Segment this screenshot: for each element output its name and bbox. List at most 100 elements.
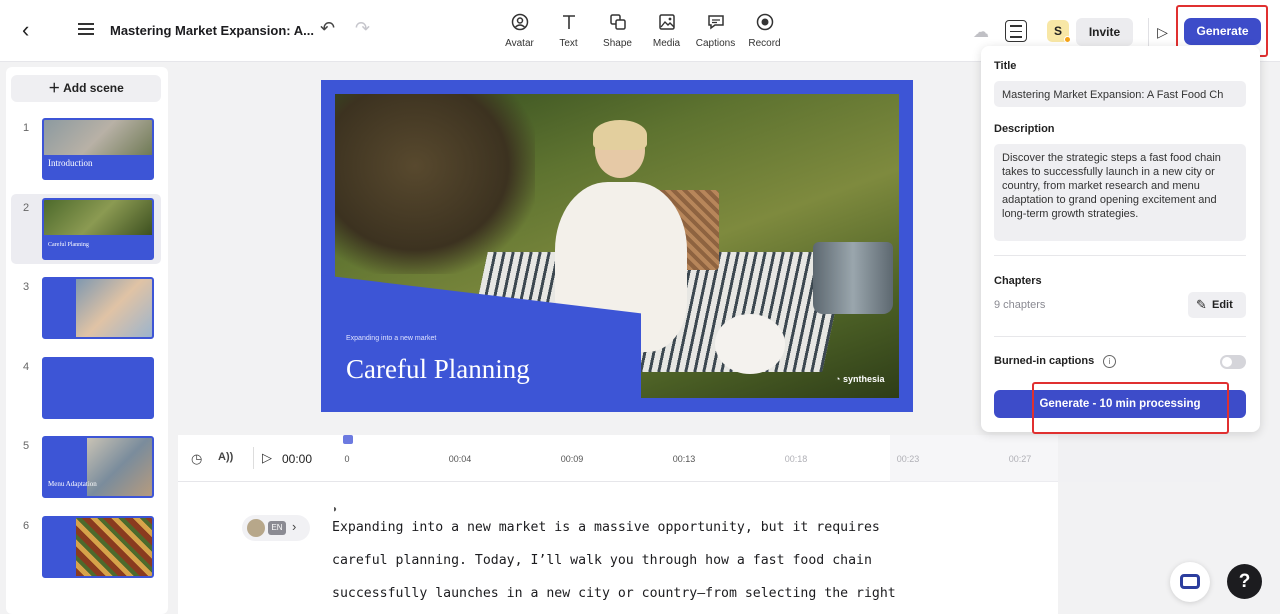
scene-number: 6 bbox=[23, 520, 30, 532]
title-label: Title bbox=[994, 60, 1017, 72]
shape-icon bbox=[608, 12, 628, 32]
synthesia-logo-icon: ◔ bbox=[835, 374, 843, 384]
tool-captions[interactable]: Captions bbox=[691, 12, 740, 49]
scene-list: ＋ Add scene 1 Introduction 2 Careful Pla… bbox=[6, 67, 168, 614]
tool-shape[interactable]: Shape bbox=[593, 12, 642, 49]
plus-icon: ＋ bbox=[48, 81, 64, 95]
record-icon bbox=[755, 12, 775, 32]
script-speech-icon: ◗ bbox=[332, 504, 339, 515]
description-textarea[interactable]: Discover the strategic steps a fast food… bbox=[994, 144, 1246, 241]
scene-number: 5 bbox=[23, 440, 30, 452]
tool-text[interactable]: Text bbox=[544, 12, 593, 49]
chevron-right-icon: › bbox=[292, 519, 297, 534]
add-scene-label: Add scene bbox=[63, 81, 124, 95]
tool-avatar[interactable]: Avatar bbox=[495, 12, 544, 49]
video-canvas[interactable]: Expanding into a new market Careful Plan… bbox=[321, 80, 913, 412]
tool-label: Avatar bbox=[505, 38, 534, 49]
scene-thumbnail bbox=[42, 357, 154, 419]
avatar-icon bbox=[510, 12, 530, 32]
tool-label: Media bbox=[652, 38, 681, 49]
tool-media[interactable]: Media bbox=[642, 12, 691, 49]
scene-item-selected[interactable]: 2 Careful Planning bbox=[11, 194, 161, 264]
voice-settings-icon[interactable]: A)) bbox=[218, 451, 233, 463]
tool-label: Shape bbox=[603, 38, 632, 49]
info-icon[interactable]: i bbox=[1103, 355, 1116, 368]
scene-thumbnail: Introduction bbox=[42, 118, 154, 180]
captions-icon bbox=[706, 12, 726, 32]
description-label: Description bbox=[994, 123, 1055, 135]
script-editor[interactable]: EN › ◗ Expanding into a new market is a … bbox=[178, 482, 1058, 614]
status-dot bbox=[1064, 36, 1071, 43]
chapters-count: 9 chapters bbox=[994, 299, 1046, 311]
timeline-tick: 00:27 bbox=[1008, 454, 1032, 464]
scene-item[interactable]: 4 bbox=[11, 353, 161, 423]
generate-panel: Title Mastering Market Expansion: A Fast… bbox=[981, 46, 1260, 432]
scene-thumbnail-caption: Menu Adaptation bbox=[48, 480, 97, 488]
timeline-tick: 00:09 bbox=[560, 454, 584, 464]
synthesia-logo-text: synthesia bbox=[842, 374, 885, 384]
edit-chapters-button[interactable]: ✎ Edit bbox=[1188, 292, 1246, 318]
scene-title-text[interactable]: Careful Planning bbox=[346, 354, 530, 385]
scene-item[interactable]: 1 Introduction bbox=[11, 114, 161, 184]
timeline-tick: 0 bbox=[344, 454, 350, 464]
chapters-label: Chapters bbox=[994, 275, 1042, 287]
current-time: 00:00 bbox=[282, 452, 313, 466]
scene-number: 3 bbox=[23, 281, 30, 293]
language-badge: EN bbox=[268, 521, 286, 535]
burned-in-captions-toggle[interactable] bbox=[1220, 355, 1246, 369]
media-icon bbox=[657, 12, 677, 32]
scene-thumbnail bbox=[42, 516, 154, 578]
tool-label: Record bbox=[748, 38, 781, 49]
scene-number: 2 bbox=[23, 202, 30, 214]
cloud-sync-icon: ☁ bbox=[973, 24, 989, 41]
script-line[interactable]: Expanding into a new market is a massive… bbox=[332, 520, 880, 535]
burned-in-captions-label: Burned-in captions bbox=[994, 355, 1095, 367]
pencil-icon: ✎ bbox=[1196, 297, 1207, 312]
scene-item[interactable]: 6 bbox=[11, 512, 161, 582]
help-icon[interactable]: ? bbox=[1227, 564, 1262, 599]
insert-tools: Avatar Text Shape Media Captions Record bbox=[495, 12, 789, 49]
highlight-box-generate-processing bbox=[1032, 382, 1229, 434]
hamburger-menu-icon[interactable] bbox=[78, 20, 98, 40]
clock-icon[interactable]: ◷ bbox=[191, 451, 202, 467]
scene-number: 4 bbox=[23, 361, 30, 373]
timeline-tick: 00:23 bbox=[896, 454, 920, 464]
add-scene-button[interactable]: ＋ Add scene bbox=[11, 75, 161, 102]
user-initial: S bbox=[1053, 24, 1062, 38]
script-line[interactable]: successfully launches in a new city or c… bbox=[332, 586, 896, 601]
voice-avatar bbox=[247, 519, 265, 537]
undo-icon[interactable]: ↶ bbox=[320, 18, 335, 39]
timeline-track[interactable]: 0 00:04 00:09 00:13 00:18 00:23 00:27 bbox=[340, 435, 1220, 482]
scene-thumbnail: Careful Planning bbox=[42, 198, 154, 260]
voice-selector[interactable]: EN › bbox=[242, 515, 310, 541]
scene-number: 1 bbox=[23, 122, 30, 134]
preview-play-icon[interactable]: ▷ bbox=[1148, 18, 1176, 46]
scene-thumbnail bbox=[42, 277, 154, 339]
user-avatar[interactable]: S bbox=[1047, 20, 1071, 43]
edit-label: Edit bbox=[1212, 299, 1233, 311]
scene-item[interactable]: 5 Menu Adaptation bbox=[11, 432, 161, 502]
scene-thumbnail-caption: Introduction bbox=[48, 158, 93, 168]
scene-thumbnail: Menu Adaptation bbox=[42, 436, 154, 498]
timeline-tick: 00:13 bbox=[672, 454, 696, 464]
back-arrow-icon[interactable]: ‹ bbox=[22, 19, 42, 42]
playhead-handle[interactable] bbox=[343, 435, 353, 444]
invite-button[interactable]: Invite bbox=[1076, 18, 1133, 46]
notes-icon[interactable] bbox=[1005, 20, 1027, 42]
scene-item[interactable]: 3 bbox=[11, 273, 161, 343]
tool-record[interactable]: Record bbox=[740, 12, 789, 49]
title-input[interactable]: Mastering Market Expansion: A Fast Food … bbox=[994, 81, 1246, 107]
timeline-tick: 00:18 bbox=[784, 454, 808, 464]
script-line[interactable]: careful planning. Today, I’ll walk you t… bbox=[332, 553, 872, 568]
timeline-bar: ◷ A)) ▷ 00:00 0 00:04 00:09 00:13 00:18 … bbox=[178, 435, 1220, 482]
scene-subtitle-text[interactable]: Expanding into a new market bbox=[346, 335, 436, 342]
video-title[interactable]: Mastering Market Expansion: A... bbox=[110, 23, 314, 38]
scene-thumbnail-caption: Careful Planning bbox=[48, 242, 89, 248]
text-icon bbox=[559, 12, 579, 32]
tool-label: Captions bbox=[695, 38, 736, 49]
redo-icon[interactable]: ↷ bbox=[355, 18, 370, 39]
chat-support-icon[interactable] bbox=[1170, 562, 1210, 602]
synthesia-logo: ◔ synthesia bbox=[835, 374, 884, 384]
timeline-play-icon[interactable]: ▷ bbox=[262, 450, 272, 466]
tool-label: Text bbox=[559, 38, 578, 49]
